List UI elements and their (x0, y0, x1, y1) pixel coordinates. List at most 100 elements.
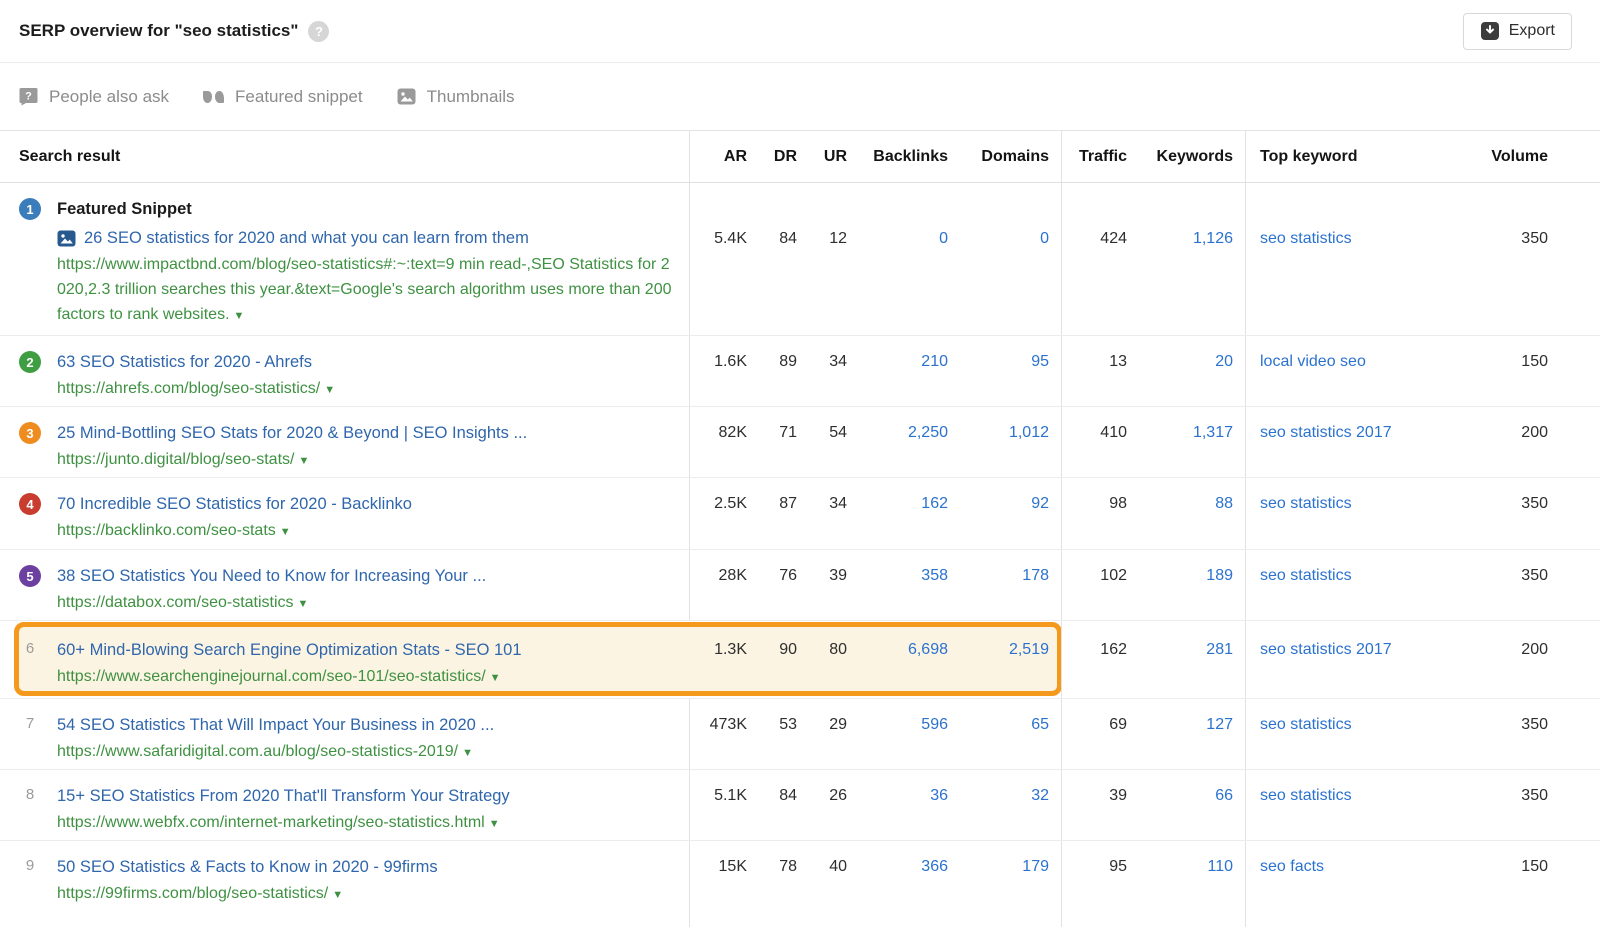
serp-features-row: ? People also ask Featured snippet Thumb… (0, 63, 1600, 131)
top-keyword-link[interactable]: seo statistics (1246, 699, 1452, 769)
dr-cell: 53 (747, 699, 797, 769)
ur-cell: 34 (797, 478, 847, 549)
ur-cell: 39 (797, 550, 847, 620)
col-header-backlinks[interactable]: Backlinks (847, 131, 948, 182)
domains-link[interactable]: 65 (948, 699, 1062, 769)
position-number: 6 (19, 640, 41, 657)
dr-cell: 84 (747, 770, 797, 840)
ar-cell: 473K (690, 699, 747, 769)
backlinks-link[interactable]: 2,250 (847, 407, 948, 477)
domains-link[interactable]: 0 (948, 183, 1062, 335)
top-keyword-link[interactable]: seo statistics (1246, 550, 1452, 620)
url-expand-caret[interactable]: ▼ (298, 598, 309, 610)
col-header-ar[interactable]: AR (690, 131, 747, 182)
backlinks-link[interactable]: 162 (847, 478, 948, 549)
volume-cell: 150 (1452, 841, 1600, 927)
ar-cell: 15K (690, 841, 747, 927)
keywords-link[interactable]: 110 (1127, 841, 1246, 927)
keywords-link[interactable]: 127 (1127, 699, 1246, 769)
url-expand-caret[interactable]: ▼ (332, 889, 343, 901)
keywords-link[interactable]: 189 (1127, 550, 1246, 620)
ur-cell: 34 (797, 336, 847, 406)
result-title-link[interactable]: 15+ SEO Statistics From 2020 That'll Tra… (57, 783, 510, 809)
col-header-dr[interactable]: DR (747, 131, 797, 182)
top-keyword-link[interactable]: seo facts (1246, 841, 1452, 927)
domains-link[interactable]: 2,519 (948, 621, 1062, 698)
backlinks-link[interactable]: 36 (847, 770, 948, 840)
table-row-highlighted: 6 60+ Mind-Blowing Search Engine Optimiz… (0, 621, 1600, 699)
keywords-link[interactable]: 1,317 (1127, 407, 1246, 477)
url-expand-caret[interactable]: ▼ (234, 310, 245, 322)
result-url: https://99firms.com/blog/seo-statistics/… (57, 881, 438, 908)
question-bubble-icon: ? (19, 87, 38, 106)
result-title-link[interactable]: 25 Mind-Bottling SEO Stats for 2020 & Be… (57, 420, 527, 446)
domains-link[interactable]: 1,012 (948, 407, 1062, 477)
ur-cell: 80 (797, 621, 847, 698)
backlinks-link[interactable]: 0 (847, 183, 948, 335)
volume-cell: 200 (1452, 407, 1600, 477)
top-keyword-link[interactable]: seo statistics (1246, 183, 1452, 335)
featured-snippet-label: Featured Snippet (57, 196, 675, 222)
domains-link[interactable]: 32 (948, 770, 1062, 840)
thumbnail-icon (57, 229, 76, 248)
url-expand-caret[interactable]: ▼ (324, 384, 335, 396)
backlinks-link[interactable]: 6,698 (847, 621, 948, 698)
col-header-keywords[interactable]: Keywords (1127, 131, 1246, 182)
top-keyword-link[interactable]: local video seo (1246, 336, 1452, 406)
domains-link[interactable]: 179 (948, 841, 1062, 927)
domains-link[interactable]: 178 (948, 550, 1062, 620)
col-header-traffic[interactable]: Traffic (1062, 131, 1127, 182)
keywords-link[interactable]: 66 (1127, 770, 1246, 840)
result-title-link[interactable]: 70 Incredible SEO Statistics for 2020 - … (57, 491, 412, 517)
result-title-link[interactable]: 26 SEO statistics for 2020 and what you … (57, 225, 675, 251)
domains-link[interactable]: 95 (948, 336, 1062, 406)
keywords-link[interactable]: 88 (1127, 478, 1246, 549)
position-badge: 1 (19, 198, 41, 220)
top-keyword-link[interactable]: seo statistics (1246, 770, 1452, 840)
result-url: https://ahrefs.com/blog/seo-statistics/▼ (57, 376, 335, 403)
col-header-volume[interactable]: Volume (1452, 131, 1600, 182)
feature-label: People also ask (49, 87, 169, 107)
ur-cell: 12 (797, 183, 847, 335)
image-icon (397, 87, 416, 106)
url-expand-caret[interactable]: ▼ (462, 747, 473, 759)
col-header-search-result[interactable]: Search result (0, 131, 690, 182)
top-keyword-link[interactable]: seo statistics (1246, 478, 1452, 549)
col-header-ur[interactable]: UR (797, 131, 847, 182)
top-keyword-link[interactable]: seo statistics 2017 (1246, 621, 1452, 698)
volume-cell: 350 (1452, 699, 1600, 769)
dr-cell: 89 (747, 336, 797, 406)
result-url: https://www.searchenginejournal.com/seo-… (57, 664, 522, 691)
result-title-link[interactable]: 38 SEO Statistics You Need to Know for I… (57, 563, 486, 589)
keywords-link[interactable]: 281 (1127, 621, 1246, 698)
feature-people-also-ask[interactable]: ? People also ask (19, 87, 169, 107)
feature-thumbnails[interactable]: Thumbnails (397, 87, 515, 107)
backlinks-link[interactable]: 596 (847, 699, 948, 769)
serp-overview-page: SERP overview for "seo statistics" ? Exp… (0, 0, 1600, 927)
result-title-link[interactable]: 63 SEO Statistics for 2020 - Ahrefs (57, 349, 335, 375)
backlinks-link[interactable]: 210 (847, 336, 948, 406)
position-badge: 5 (19, 565, 41, 587)
help-icon[interactable]: ? (308, 21, 329, 42)
keywords-link[interactable]: 20 (1127, 336, 1246, 406)
backlinks-link[interactable]: 366 (847, 841, 948, 927)
result-title-link[interactable]: 54 SEO Statistics That Will Impact Your … (57, 712, 494, 738)
col-header-top-keyword[interactable]: Top keyword (1246, 131, 1452, 182)
position-number: 7 (19, 715, 41, 732)
table-row: 4 70 Incredible SEO Statistics for 2020 … (0, 478, 1600, 550)
url-expand-caret[interactable]: ▼ (280, 526, 291, 538)
domains-link[interactable]: 92 (948, 478, 1062, 549)
result-title-link[interactable]: 60+ Mind-Blowing Search Engine Optimizat… (57, 637, 522, 663)
url-expand-caret[interactable]: ▼ (490, 672, 501, 684)
url-expand-caret[interactable]: ▼ (298, 455, 309, 467)
feature-featured-snippet[interactable]: Featured snippet (203, 87, 363, 107)
url-expand-caret[interactable]: ▼ (489, 818, 500, 830)
table-row: 2 63 SEO Statistics for 2020 - Ahrefs ht… (0, 336, 1600, 407)
col-header-domains[interactable]: Domains (948, 131, 1062, 182)
top-keyword-link[interactable]: seo statistics 2017 (1246, 407, 1452, 477)
backlinks-link[interactable]: 358 (847, 550, 948, 620)
result-title-link[interactable]: 50 SEO Statistics & Facts to Know in 202… (57, 854, 438, 880)
keywords-link[interactable]: 1,126 (1127, 183, 1246, 335)
export-button[interactable]: Export (1463, 13, 1572, 50)
ar-cell: 1.3K (690, 621, 747, 698)
